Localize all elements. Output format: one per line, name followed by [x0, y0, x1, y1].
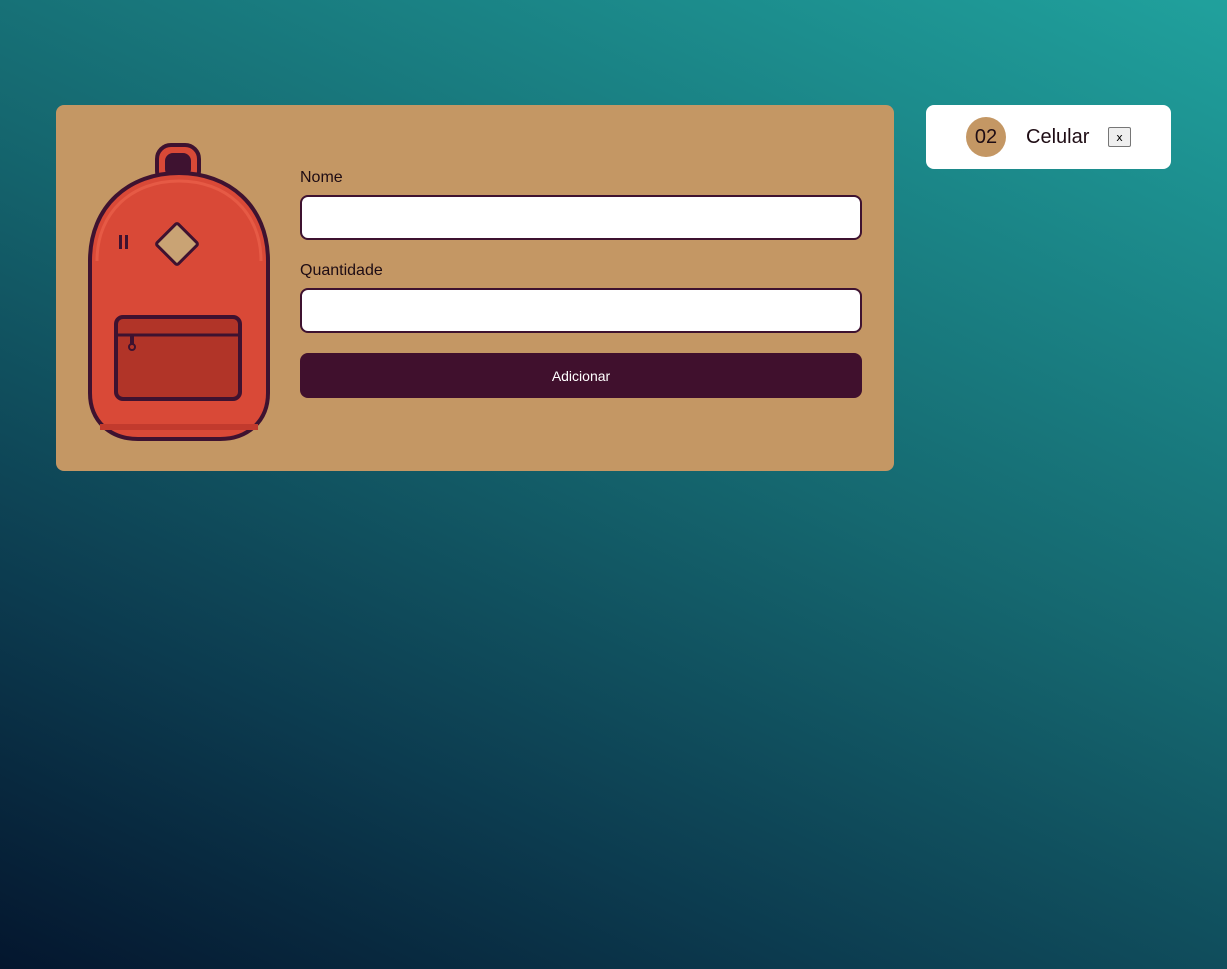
quantity-badge: 02	[966, 117, 1006, 157]
backpack-icon	[88, 143, 270, 441]
quantity-input[interactable]	[300, 288, 862, 333]
add-item-form: Nome Quantidade Adicionar	[300, 169, 862, 398]
add-button[interactable]: Adicionar	[300, 353, 862, 398]
add-item-card: Nome Quantidade Adicionar	[56, 105, 894, 471]
name-label: Nome	[300, 169, 343, 186]
list-item: 02 Celular x	[926, 105, 1171, 169]
remove-item-button[interactable]: x	[1108, 127, 1131, 147]
quantity-label: Quantidade	[300, 262, 383, 279]
name-input[interactable]	[300, 195, 862, 240]
item-name: Celular	[1026, 126, 1090, 148]
